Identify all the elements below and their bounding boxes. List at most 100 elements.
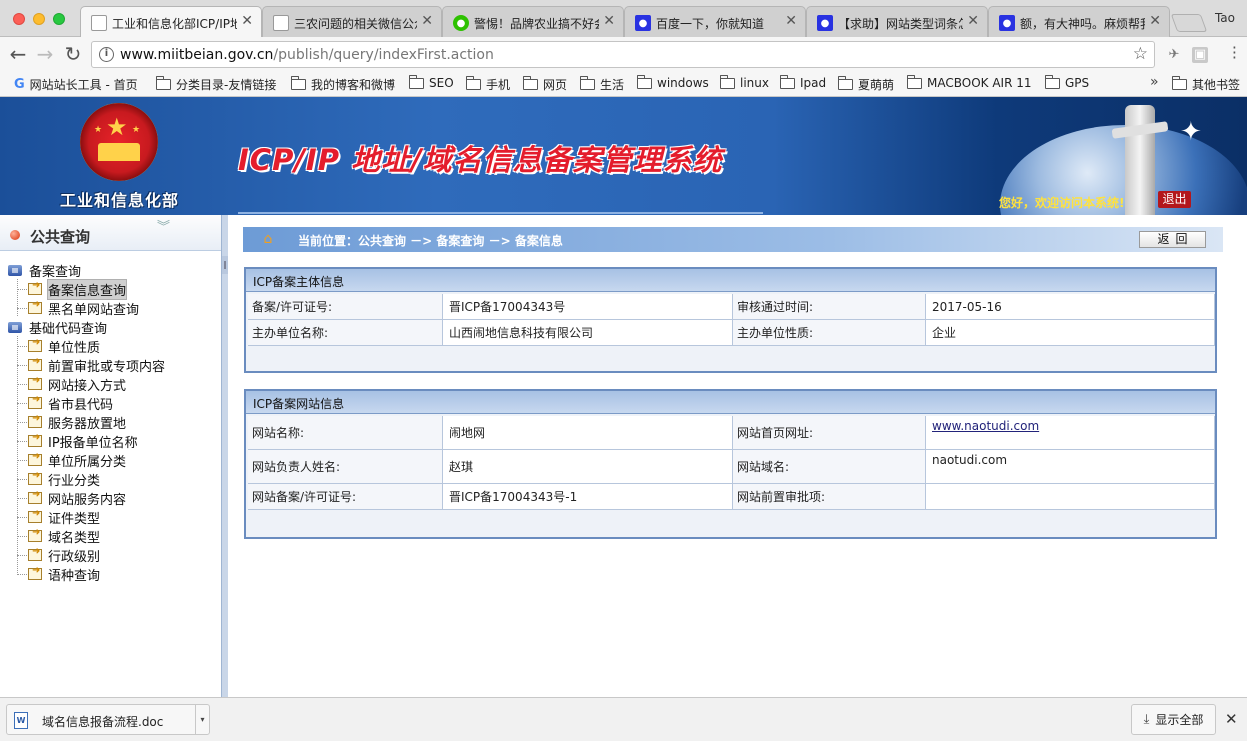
url-text[interactable]: www.miitbeian.gov.cn/publish/query/index… xyxy=(120,47,494,63)
panel-title: ICP备案网站信息 xyxy=(246,391,1215,414)
baidu-paw-icon: ● xyxy=(999,15,1015,31)
field-label: 网站首页网址: xyxy=(733,416,926,450)
browser-tab-2[interactable]: ● 警惕！品牌农业搞不好会 ✕ xyxy=(442,6,624,37)
other-bookmarks[interactable]: 其他书签 xyxy=(1172,76,1240,93)
chevron-down-icon[interactable]: ▾ xyxy=(195,705,209,734)
star-icon[interactable]: ☆ xyxy=(1133,44,1148,64)
bookmark-3[interactable]: SEO xyxy=(409,74,454,90)
tree-item-filing-info-query[interactable]: 备案信息查询 xyxy=(17,278,128,300)
tree-item[interactable]: 前置审批或专项内容 xyxy=(17,356,166,375)
bookmark-0[interactable]: G 网站站长工具 - 首页 xyxy=(14,76,138,93)
page-arrow-icon xyxy=(28,432,42,447)
tree-group-base-code-query[interactable]: 基础代码查询 xyxy=(8,318,107,337)
field-value: 晋ICP备17004343号-1 xyxy=(443,484,733,510)
bookmark-8[interactable]: linux xyxy=(720,74,769,90)
tree-item[interactable]: 单位所属分类 xyxy=(17,451,126,470)
logout-button[interactable]: 退出 xyxy=(1158,191,1191,208)
minimize-window-button[interactable] xyxy=(33,13,45,25)
browser-tab-3[interactable]: ● 百度一下，你就知道 ✕ xyxy=(624,6,806,37)
download-item[interactable]: W 域名信息报备流程.doc ▾ xyxy=(6,704,210,735)
tree-item[interactable]: 单位性质 xyxy=(17,337,100,356)
page-arrow-icon xyxy=(28,394,42,409)
tree-item[interactable]: IP报备单位名称 xyxy=(17,432,138,451)
back-arrow-icon[interactable]: ← xyxy=(6,43,30,67)
close-icon[interactable]: ✕ xyxy=(967,13,979,29)
collapse-icon[interactable]: ︾ xyxy=(157,221,170,234)
bookmark-4[interactable]: 手机 xyxy=(466,76,510,93)
browser-tab-4[interactable]: ● 【求助】网站类型词条怎 ✕ xyxy=(806,6,988,37)
tree-item-label: 前置审批或专项内容 xyxy=(48,359,166,375)
bookmarks-overflow-button[interactable]: » xyxy=(1150,74,1159,90)
browser-tab-5[interactable]: ● 额，有大神吗。麻烦帮我 ✕ xyxy=(988,6,1170,37)
browser-tab-0[interactable]: 工业和信息化部ICP/IP地 ✕ xyxy=(80,6,262,38)
tab-title: 工业和信息化部ICP/IP地 xyxy=(112,17,237,31)
bookmark-10[interactable]: 夏萌萌 xyxy=(838,76,894,93)
show-all-downloads-button[interactable]: ⤓ 显示全部 xyxy=(1131,704,1216,735)
tree-item-label: 证件类型 xyxy=(48,511,101,527)
bookmark-9[interactable]: Ipad xyxy=(780,74,826,90)
reload-icon[interactable]: ↻ xyxy=(61,43,85,67)
breadcrumb-text: 当前位置：公共查询 －> 备案查询 －> 备案信息 xyxy=(298,234,563,248)
sidebar-title: 公共查询 xyxy=(30,228,91,246)
downloads-bar: W 域名信息报备流程.doc ▾ ⤓ 显示全部 ✕ xyxy=(0,697,1247,741)
tree-item[interactable]: 语种查询 xyxy=(17,565,100,584)
bookmark-5[interactable]: 网页 xyxy=(523,76,567,93)
tree-item[interactable]: 域名类型 xyxy=(17,527,100,546)
baidu-paw-icon: ● xyxy=(817,15,833,31)
page-arrow-icon xyxy=(28,489,42,504)
field-value: 赵琪 xyxy=(443,450,733,484)
tree-group-filing-query[interactable]: 备案查询 xyxy=(8,261,81,280)
address-bar[interactable]: i www.miitbeian.gov.cn/publish/query/ind… xyxy=(91,41,1155,68)
close-window-button[interactable] xyxy=(13,13,25,25)
folder-icon xyxy=(409,74,424,89)
field-value: 企业 xyxy=(926,320,1215,346)
subject-info-table: 备案/许可证号: 晋ICP备17004343号 审核通过时间: 2017-05-… xyxy=(246,292,1215,347)
close-icon[interactable]: ✕ xyxy=(785,13,797,29)
bookmark-label: 生活 xyxy=(600,78,625,92)
tree-item[interactable]: 网站接入方式 xyxy=(17,375,126,394)
bookmark-1[interactable]: 分类目录-友情链接 xyxy=(156,76,276,93)
folder-icon xyxy=(291,76,306,90)
info-icon[interactable]: i xyxy=(99,47,114,62)
bookmark-6[interactable]: 生活 xyxy=(580,76,624,93)
tree-item-blacklist-query[interactable]: 黑名单网站查询 xyxy=(17,299,139,318)
tree-item[interactable]: 行业分类 xyxy=(17,470,100,489)
subject-info-panel: ICP备案主体信息 备案/许可证号: 晋ICP备17004343号 审核通过时间… xyxy=(244,267,1217,373)
tree-item[interactable]: 网站服务内容 xyxy=(17,489,126,508)
close-icon[interactable]: ✕ xyxy=(1225,710,1238,728)
tree-item[interactable]: 行政级别 xyxy=(17,546,100,565)
page-arrow-icon xyxy=(28,527,42,542)
tree-item[interactable]: 服务器放置地 xyxy=(17,413,126,432)
profile-button[interactable]: Tao xyxy=(1215,11,1235,25)
bookmark-12[interactable]: GPS xyxy=(1045,74,1089,90)
bookmark-label: SEO xyxy=(429,76,454,90)
bookmark-label: windows xyxy=(657,76,709,90)
extension-app-icon[interactable]: ▣ xyxy=(1192,47,1208,63)
google-icon: G xyxy=(14,77,25,92)
homepage-url-cell: www.naotudi.com xyxy=(926,416,1215,450)
zoom-window-button[interactable] xyxy=(53,13,65,25)
close-icon[interactable]: ✕ xyxy=(241,13,253,29)
back-button[interactable]: 返回 xyxy=(1139,231,1206,248)
close-icon[interactable]: ✕ xyxy=(603,13,615,29)
extension-bird-icon[interactable]: ✈ xyxy=(1166,47,1182,63)
homepage-link[interactable]: www.naotudi.com xyxy=(932,419,1039,433)
tab-title: 【求助】网站类型词条怎 xyxy=(838,17,963,31)
ministry-name: 工业和信息化部 xyxy=(60,191,180,210)
menu-icon[interactable]: · · · xyxy=(1232,40,1237,66)
tree-item[interactable]: 省市县代码 xyxy=(17,394,113,413)
bookmark-11[interactable]: MACBOOK AIR 11 xyxy=(907,74,1032,90)
new-tab-button[interactable] xyxy=(1170,14,1208,32)
forward-arrow-icon[interactable]: → xyxy=(33,43,57,67)
tree-item[interactable]: 证件类型 xyxy=(17,508,101,527)
bookmark-2[interactable]: 我的博客和微博 xyxy=(291,76,395,93)
folder-icon xyxy=(466,76,481,90)
page-arrow-icon xyxy=(28,356,42,371)
folder-icon xyxy=(907,74,922,89)
close-icon[interactable]: ✕ xyxy=(1149,13,1161,29)
folder-icon xyxy=(1045,74,1060,89)
browser-tab-1[interactable]: 三农问题的相关微信公众 ✕ xyxy=(262,6,442,37)
bookmark-7[interactable]: windows xyxy=(637,74,709,90)
website-info-table: 网站名称: 闹地网 网站首页网址: www.naotudi.com 网站负责人姓… xyxy=(246,414,1215,514)
close-icon[interactable]: ✕ xyxy=(421,13,433,29)
